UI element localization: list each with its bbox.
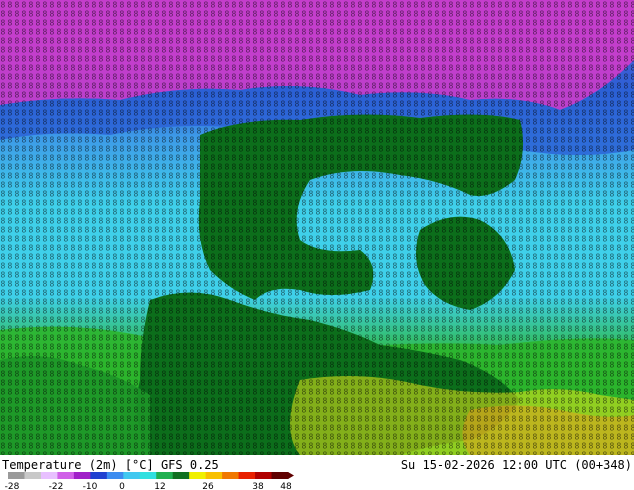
colorbar-swatch bbox=[189, 472, 207, 479]
colorbar-swatch bbox=[222, 472, 240, 479]
colorbar-swatch bbox=[139, 472, 157, 479]
field-label: Temperature (2m) [°C] bbox=[2, 458, 154, 472]
model-label: GFS 0.25 bbox=[160, 458, 219, 472]
colorbar-swatch bbox=[24, 472, 42, 479]
colorbar-tick-label: 26 bbox=[202, 482, 214, 490]
colorbar-swatch bbox=[205, 472, 223, 479]
colorbar-swatch bbox=[123, 472, 141, 479]
colorbar-arrow bbox=[288, 472, 294, 479]
colorbar-swatch bbox=[90, 472, 108, 479]
colorbar-swatch bbox=[73, 472, 91, 479]
colorbar-swatch bbox=[255, 472, 273, 479]
colorbar-swatch bbox=[106, 472, 124, 479]
value-digit-overlay bbox=[0, 0, 634, 455]
colorbar-swatch bbox=[172, 472, 190, 479]
colorbar-tick-label: 48 bbox=[280, 482, 292, 490]
colorbar-swatch bbox=[156, 472, 174, 479]
valid-time: Su 15-02-2026 12:00 UTC (00+348) bbox=[400, 458, 632, 472]
colorbar-swatch bbox=[238, 472, 256, 479]
colorbar-swatch bbox=[8, 472, 25, 479]
colorbar-tick-label: 12 bbox=[154, 482, 165, 490]
colorbar-tick-label: -28 bbox=[5, 482, 20, 490]
colorbar-tick-label: -22 bbox=[49, 482, 64, 490]
colorbar: -28 -22 -10 0 12 26 38 48 bbox=[5, 472, 294, 490]
colorbar-tick-label: 0 bbox=[119, 482, 125, 490]
colorbar-swatch bbox=[40, 472, 58, 479]
colorbar-swatch bbox=[57, 472, 75, 479]
map-title: Temperature (2m) [°C] GFS 0.25 bbox=[2, 458, 219, 472]
colorbar-tick-label: 38 bbox=[252, 482, 264, 490]
colorbar-tick-label: -10 bbox=[83, 482, 98, 490]
colorbar-swatch bbox=[271, 472, 289, 479]
temperature-map: 8 bbox=[0, 0, 634, 455]
